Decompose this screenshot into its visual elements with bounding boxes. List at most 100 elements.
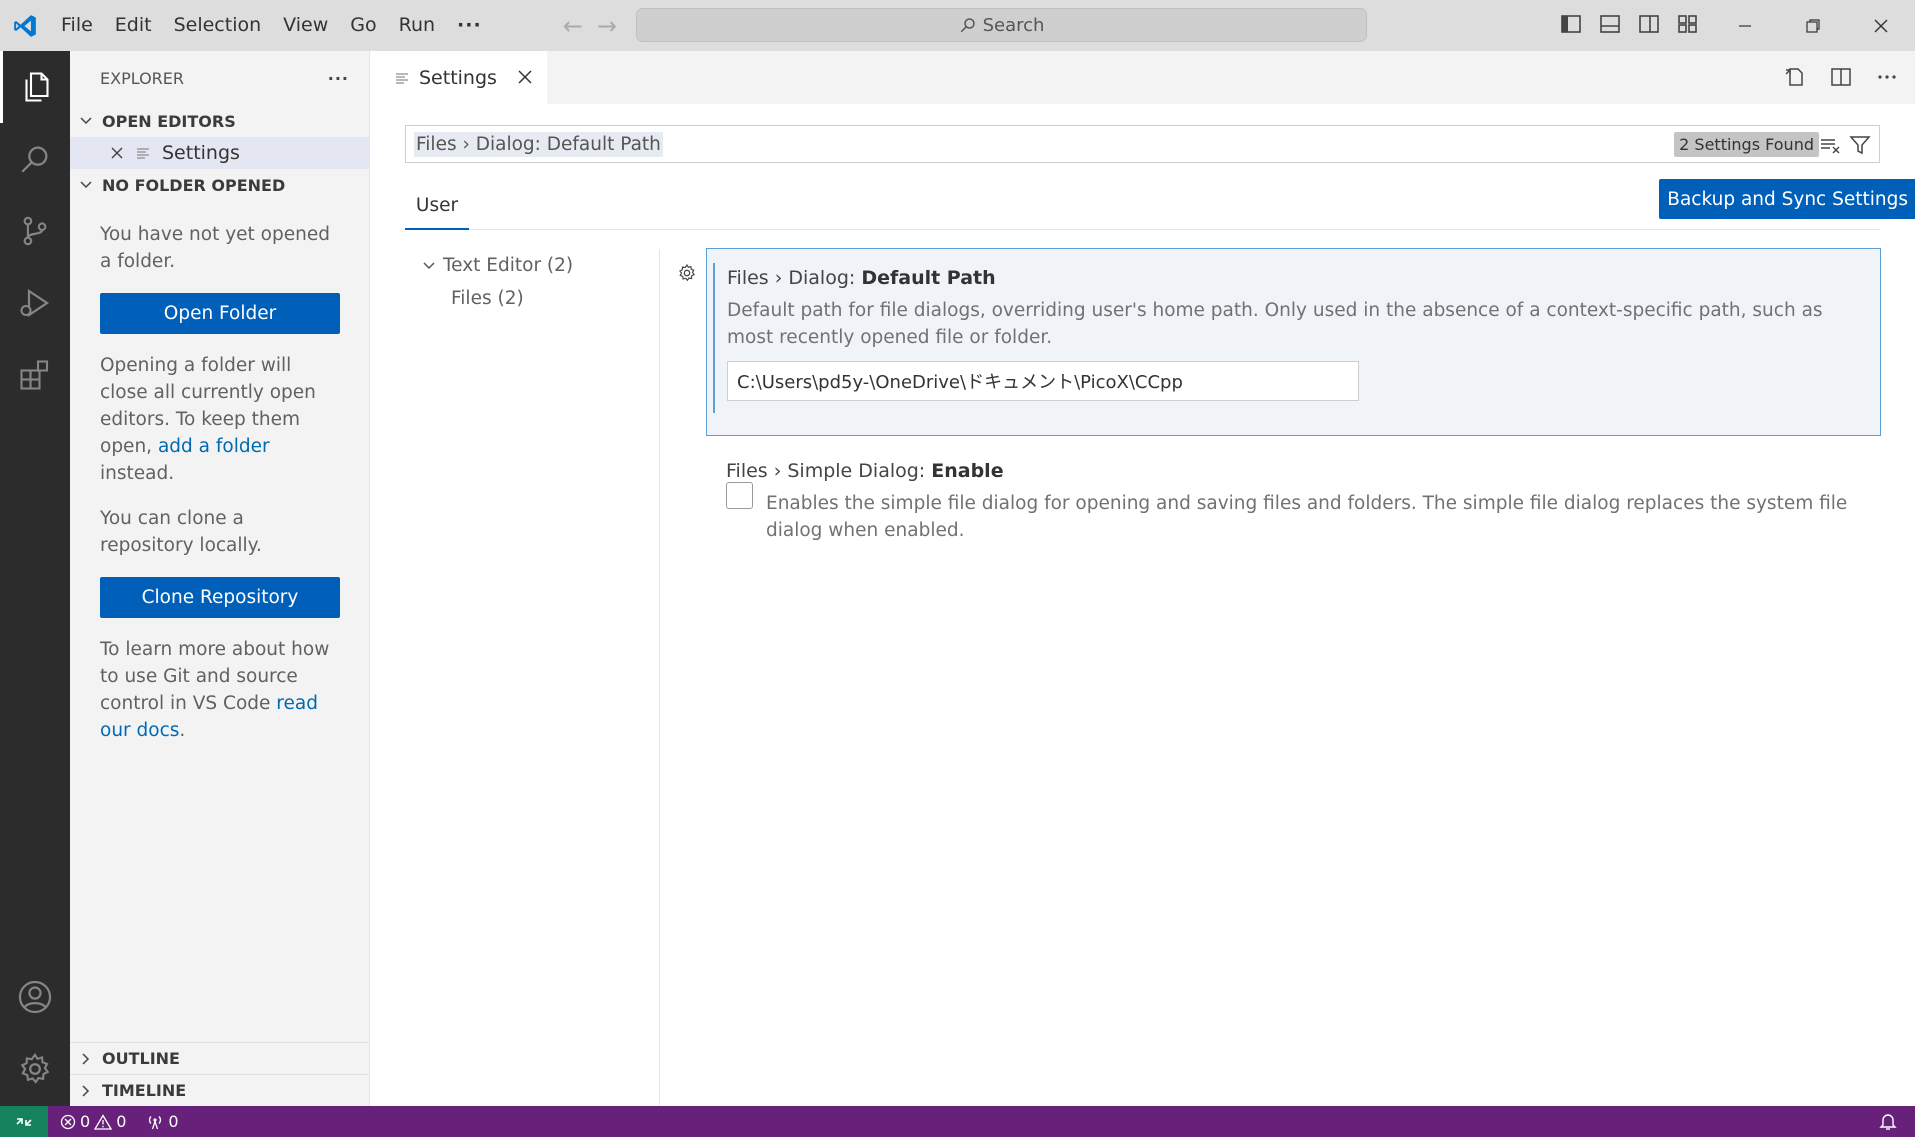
search-icon bbox=[21, 146, 48, 173]
remote-icon bbox=[16, 1117, 32, 1126]
clone-repository-button[interactable]: Clone Repository bbox=[100, 577, 340, 618]
default-path-input[interactable] bbox=[727, 361, 1359, 401]
settings-search-input[interactable]: Files › Dialog: Default Path 2 Settings … bbox=[405, 125, 1880, 163]
source-control-icon bbox=[23, 216, 47, 246]
menu-edit[interactable]: Edit bbox=[104, 0, 163, 51]
tab-user[interactable]: User bbox=[405, 182, 469, 230]
activity-extensions[interactable] bbox=[0, 339, 70, 411]
section-open-editors[interactable]: OPEN EDITORS bbox=[70, 105, 369, 137]
command-center-label: Search bbox=[982, 14, 1045, 36]
open-editor-item[interactable]: Settings bbox=[70, 137, 369, 169]
backup-sync-button[interactable]: Backup and Sync Settings bbox=[1659, 179, 1915, 219]
toc-files-label: Files (2) bbox=[451, 288, 524, 309]
menu-file[interactable]: File bbox=[50, 0, 104, 51]
chevron-down-icon bbox=[423, 261, 435, 269]
section-timeline[interactable]: TIMELINE bbox=[70, 1074, 370, 1106]
section-timeline-label: TIMELINE bbox=[102, 1081, 187, 1100]
editor-tab-bar: Settings bbox=[371, 51, 1915, 104]
open-settings-json-icon[interactable] bbox=[1783, 65, 1807, 89]
settings-found-badge: 2 Settings Found bbox=[1674, 132, 1819, 157]
run-debug-icon bbox=[20, 288, 50, 318]
gear-icon[interactable] bbox=[677, 263, 697, 283]
restore-icon bbox=[1806, 18, 1820, 33]
menu-selection[interactable]: Selection bbox=[163, 0, 273, 51]
broadcast-icon bbox=[149, 1115, 162, 1129]
back-arrow-icon[interactable]: ← bbox=[563, 12, 583, 40]
problems-indicator[interactable]: 0 0 bbox=[60, 1112, 126, 1131]
menu-go[interactable]: Go bbox=[339, 0, 387, 51]
toc-files[interactable]: Files (2) bbox=[405, 282, 659, 315]
activity-accounts[interactable] bbox=[0, 961, 70, 1033]
section-no-folder-label: NO FOLDER OPENED bbox=[102, 175, 286, 195]
minimize-icon bbox=[1739, 24, 1751, 27]
command-center[interactable]: Search bbox=[636, 8, 1367, 42]
title-bar: File Edit Selection View Go Run ··· ← → … bbox=[0, 0, 1915, 51]
setting-description: Enables the simple file dialog for openi… bbox=[766, 493, 1848, 541]
menu-more[interactable]: ··· bbox=[446, 0, 493, 51]
sidebar-title: EXPLORER bbox=[100, 68, 184, 88]
extensions-icon bbox=[20, 360, 49, 390]
remote-indicator[interactable] bbox=[0, 1106, 48, 1137]
activity-source-control[interactable] bbox=[0, 195, 70, 267]
settings-search-value[interactable]: Files › Dialog: Default Path bbox=[414, 131, 663, 157]
settings-file-icon bbox=[137, 148, 149, 159]
setting-title: Files › Dialog: Default Path bbox=[727, 267, 1860, 289]
vscode-logo-icon bbox=[0, 0, 50, 51]
clear-filter-icon[interactable] bbox=[1819, 134, 1841, 156]
section-outline-label: OUTLINE bbox=[102, 1049, 180, 1068]
nav-arrows: ← → bbox=[563, 12, 617, 40]
ports-indicator[interactable]: 0 bbox=[146, 1112, 179, 1131]
setting-description: Default path for file dialogs, overridin… bbox=[727, 300, 1823, 348]
customize-layout-icon[interactable] bbox=[1677, 13, 1699, 35]
chevron-down-icon bbox=[80, 181, 92, 189]
bell-icon[interactable] bbox=[1879, 1112, 1897, 1131]
section-outline[interactable]: OUTLINE bbox=[70, 1042, 370, 1074]
welcome-view: You have not yet opened a folder. Open F… bbox=[70, 201, 369, 744]
simple-dialog-checkbox[interactable] bbox=[726, 482, 753, 509]
docs-text-end: . bbox=[179, 720, 186, 741]
setting-name: Default Path bbox=[861, 267, 996, 289]
activity-manage[interactable] bbox=[0, 1033, 70, 1105]
close-icon[interactable] bbox=[515, 67, 535, 87]
add-folder-link[interactable]: add a folder bbox=[158, 436, 270, 457]
toggle-primary-sidebar-icon[interactable] bbox=[1560, 13, 1582, 35]
activity-explorer[interactable] bbox=[0, 51, 70, 123]
filter-icon[interactable] bbox=[1849, 134, 1871, 156]
gear-icon bbox=[20, 1052, 50, 1084]
menu-run[interactable]: Run bbox=[388, 0, 446, 51]
activity-search[interactable] bbox=[0, 123, 70, 195]
toc-text-editor-label: Text Editor (2) bbox=[443, 255, 574, 276]
settings-editor: Files › Dialog: Default Path 2 Settings … bbox=[371, 104, 1915, 1106]
account-icon bbox=[18, 980, 52, 1014]
split-editor-icon[interactable] bbox=[1829, 65, 1853, 89]
setting-default-path: Files › Dialog: Default Path Default pat… bbox=[679, 248, 1881, 436]
minimize-button[interactable] bbox=[1711, 0, 1779, 51]
toggle-panel-icon[interactable] bbox=[1599, 13, 1621, 35]
error-count: 0 bbox=[80, 1112, 91, 1131]
menu-view[interactable]: View bbox=[272, 0, 339, 51]
section-open-editors-label: OPEN EDITORS bbox=[102, 111, 236, 131]
section-no-folder[interactable]: NO FOLDER OPENED bbox=[70, 169, 369, 201]
open-folder-hint: Opening a folder will close all currentl… bbox=[100, 352, 339, 487]
toggle-secondary-sidebar-icon[interactable] bbox=[1638, 13, 1660, 35]
more-actions-icon[interactable] bbox=[1875, 65, 1899, 89]
close-window-button[interactable] bbox=[1847, 0, 1915, 51]
toc-text-editor[interactable]: Text Editor (2) bbox=[405, 249, 659, 282]
tab-settings-label: Settings bbox=[419, 66, 497, 89]
restore-button[interactable] bbox=[1779, 0, 1847, 51]
layout-controls bbox=[1560, 13, 1699, 35]
setting-category: Files › Simple Dialog: bbox=[726, 460, 932, 482]
setting-name: Enable bbox=[931, 460, 1004, 482]
search-icon bbox=[960, 18, 975, 33]
open-folder-button[interactable]: Open Folder bbox=[100, 293, 340, 334]
setting-title: Files › Simple Dialog: Enable bbox=[726, 460, 1861, 482]
chevron-down-icon bbox=[80, 117, 92, 125]
sidebar-more-button[interactable]: ··· bbox=[328, 69, 349, 88]
forward-arrow-icon[interactable]: → bbox=[597, 12, 617, 40]
window-controls bbox=[1711, 0, 1915, 51]
activity-run-debug[interactable] bbox=[0, 267, 70, 339]
editor-actions bbox=[1783, 65, 1899, 89]
close-icon bbox=[1874, 19, 1888, 32]
close-icon[interactable] bbox=[110, 146, 124, 160]
tab-settings[interactable]: Settings bbox=[371, 51, 547, 104]
